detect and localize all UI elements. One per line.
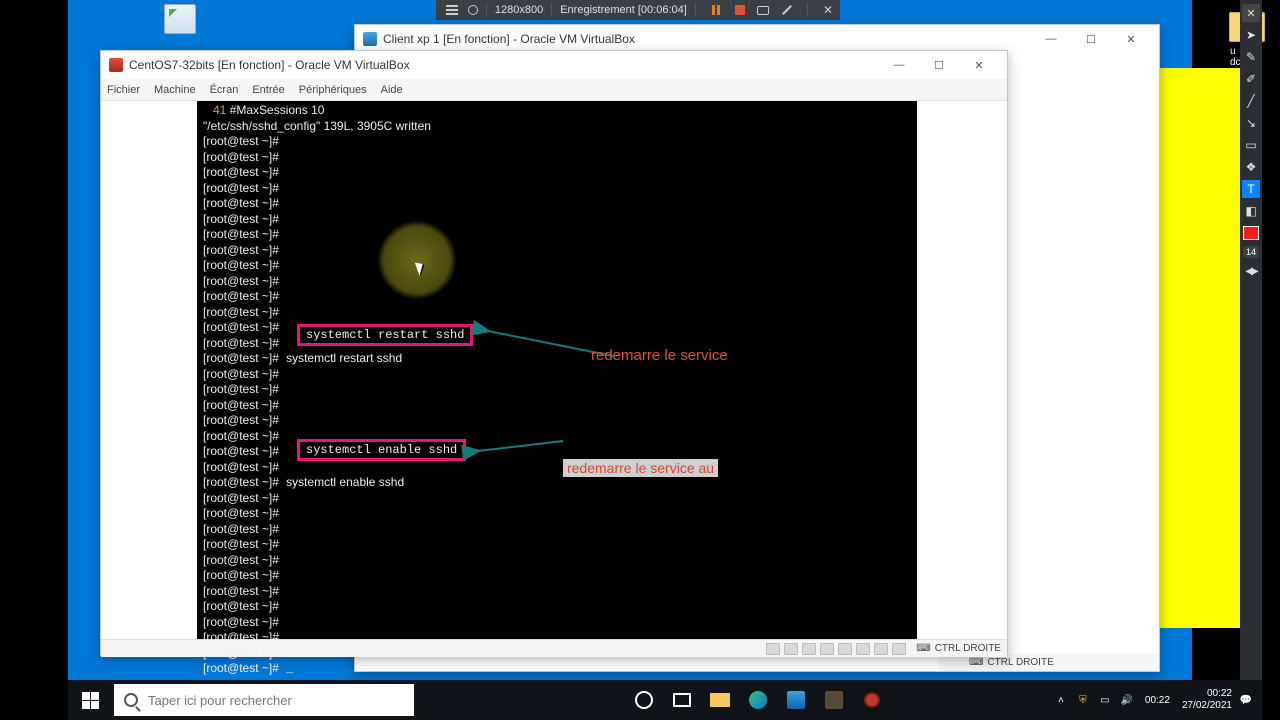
screenshot-button[interactable] xyxy=(755,3,771,17)
minimize-button[interactable]: — xyxy=(879,52,919,78)
tray-time: 00:22 xyxy=(1145,695,1170,706)
app-icon-2[interactable] xyxy=(818,684,850,716)
status-icon xyxy=(856,643,870,655)
annotation-enable[interactable]: redemarre le service au xyxy=(563,459,718,477)
stroke-size-value[interactable]: 14 xyxy=(1243,246,1259,258)
menu-aide[interactable]: Aide xyxy=(381,84,403,96)
task-view-icon[interactable] xyxy=(666,684,698,716)
taskbar-center xyxy=(464,684,1053,716)
desktop-folder-label: u dc xyxy=(1230,46,1241,68)
shapes-tool-icon[interactable]: ❖ xyxy=(1242,158,1260,176)
virtualbox-icon xyxy=(363,32,377,46)
clock-date: 27/02/2021 xyxy=(1182,700,1232,712)
titlebar[interactable]: Client xp 1 [En fonction] - Oracle VM Vi… xyxy=(355,25,1159,53)
menu-entree[interactable]: Entrée xyxy=(252,84,284,96)
menu-peripheriques[interactable]: Périphériques xyxy=(299,84,367,96)
cursor-highlight xyxy=(378,221,456,299)
cortana-icon[interactable] xyxy=(628,684,660,716)
recording-label: Enregistrement xyxy=(560,4,635,16)
start-button[interactable] xyxy=(68,680,112,720)
security-icon[interactable]: ⛨ xyxy=(1075,693,1091,707)
status-icon xyxy=(784,643,798,655)
close-button[interactable]: ✕ xyxy=(1111,26,1151,52)
menu-icon[interactable] xyxy=(446,5,458,15)
notifications-icon[interactable]: 💬 xyxy=(1238,693,1254,707)
system-tray: ˄ ⛨ ▭ 🔊 00:22 00:22 27/02/2021 💬 xyxy=(1053,688,1254,712)
left-pad xyxy=(101,101,197,621)
minimize-button[interactable]: — xyxy=(1031,26,1071,52)
status-icon xyxy=(838,643,852,655)
virtualbox-icon xyxy=(109,58,123,72)
file-explorer-icon[interactable] xyxy=(704,684,736,716)
cursor-tool-icon[interactable]: ➤ xyxy=(1242,26,1260,44)
recycle-bin-icon[interactable] xyxy=(160,4,200,48)
clock[interactable]: 00:22 27/02/2021 xyxy=(1182,688,1232,712)
network-icon[interactable]: ▭ xyxy=(1097,693,1113,707)
maximize-button[interactable]: ☐ xyxy=(919,52,959,78)
edge-icon[interactable] xyxy=(742,684,774,716)
annotation-toolbar: ✕ ➤ ✎ ✐ ╱ ↘ ▭ ❖ T ◧ 14 ◀▶ xyxy=(1240,0,1262,680)
maximize-button[interactable]: ☐ xyxy=(1071,26,1111,52)
titlebar[interactable]: CentOS7-32bits [En fonction] - Oracle VM… xyxy=(101,51,1007,79)
resolution-label: 1280x800 xyxy=(495,4,543,16)
host-key-label: CTRL DROITE xyxy=(987,657,1053,668)
clock-time: 00:22 xyxy=(1182,688,1232,700)
vm-display[interactable]: 41 #MaxSessions 10 "/etc/ssh/sshd_config… xyxy=(197,101,917,639)
search-placeholder: Taper ici pour rechercher xyxy=(148,693,292,708)
pin-icon[interactable] xyxy=(468,5,478,15)
color-picker[interactable] xyxy=(1242,224,1260,242)
expand-tool-icon[interactable]: ◀▶ xyxy=(1242,262,1260,280)
windows-taskbar: Taper ici pour rechercher ˄ ⛨ ▭ 🔊 00:22 … xyxy=(68,680,1262,720)
close-button[interactable]: ✕ xyxy=(959,52,999,78)
close-bar-button[interactable]: ✕ xyxy=(820,3,836,17)
right-pad xyxy=(915,101,1007,621)
tray-chevron-icon[interactable]: ˄ xyxy=(1053,693,1069,707)
menu-bar: Fichier Machine Écran Entrée Périphériqu… xyxy=(101,79,1007,101)
search-box[interactable]: Taper ici pour rechercher xyxy=(114,684,414,716)
host-key-label: CTRL DROITE xyxy=(935,643,1001,654)
screen-recorder-bar: 1280x800 Enregistrement [00:06:04] ✕ xyxy=(436,0,840,20)
rect-tool-icon[interactable]: ▭ xyxy=(1242,136,1260,154)
status-icon xyxy=(802,643,816,655)
menu-ecran[interactable]: Écran xyxy=(210,84,239,96)
virtualbox-window-centos[interactable]: CentOS7-32bits [En fonction] - Oracle VM… xyxy=(100,50,1008,656)
status-icon xyxy=(892,643,906,655)
volume-icon[interactable]: 🔊 xyxy=(1119,693,1135,707)
terminal[interactable]: 41 #MaxSessions 10 "/etc/ssh/sshd_config… xyxy=(197,101,917,639)
status-icon xyxy=(874,643,888,655)
menu-fichier[interactable]: Fichier xyxy=(107,84,140,96)
eraser-tool-icon[interactable]: ◧ xyxy=(1242,202,1260,220)
draw-button[interactable] xyxy=(779,3,795,17)
pause-button[interactable] xyxy=(708,3,724,17)
arrow-tool-icon[interactable]: ↘ xyxy=(1242,114,1260,132)
window-title: Client xp 1 [En fonction] - Oracle VM Vi… xyxy=(383,32,635,46)
annotation-restart: redemarre le service xyxy=(591,347,728,364)
highlighter-tool-icon[interactable]: ✐ xyxy=(1242,70,1260,88)
close-icon[interactable]: ✕ xyxy=(1242,4,1260,22)
status-icon xyxy=(766,643,780,655)
window-title: CentOS7-32bits [En fonction] - Oracle VM… xyxy=(129,58,410,72)
recording-time: [00:06:04] xyxy=(638,4,687,16)
status-icon xyxy=(820,643,834,655)
pencil-tool-icon[interactable]: ✎ xyxy=(1242,48,1260,66)
line-tool-icon[interactable]: ╱ xyxy=(1242,92,1260,110)
record-indicator-icon[interactable] xyxy=(856,684,888,716)
menu-machine[interactable]: Machine xyxy=(154,84,196,96)
stop-button[interactable] xyxy=(732,3,748,17)
text-tool-icon[interactable]: T xyxy=(1242,180,1260,198)
search-icon xyxy=(124,693,138,707)
app-icon[interactable] xyxy=(780,684,812,716)
